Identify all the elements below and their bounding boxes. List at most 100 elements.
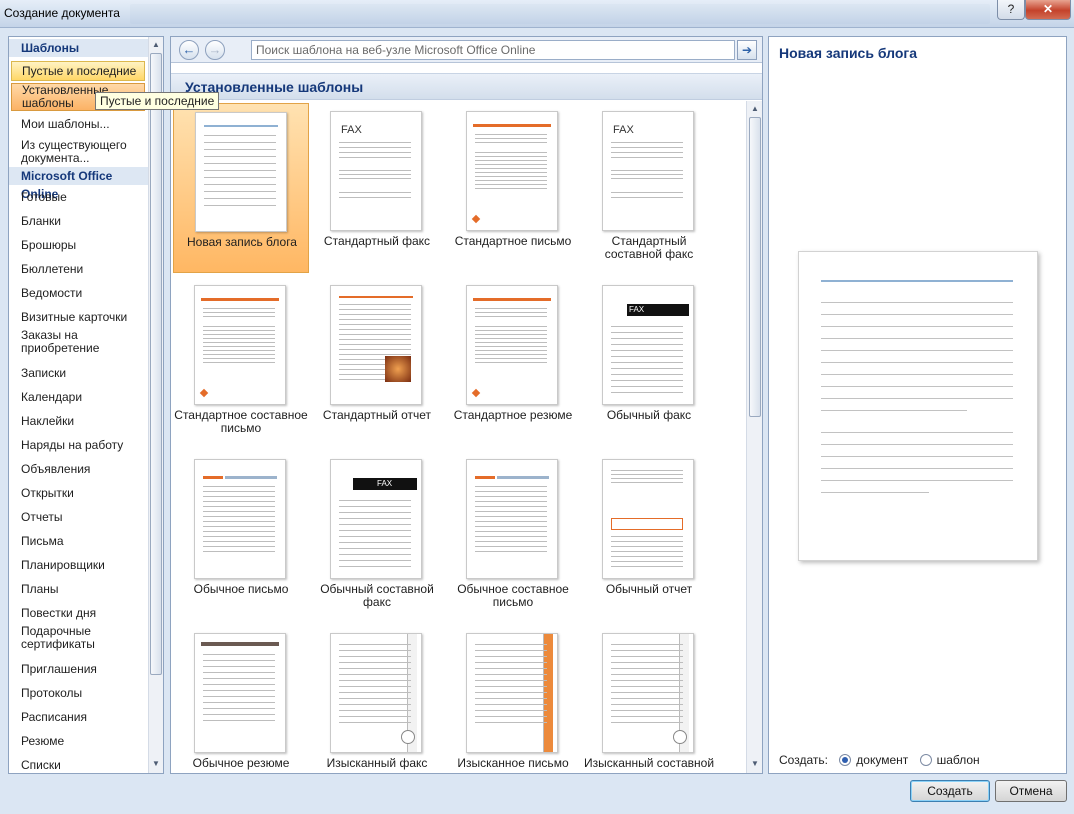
- template-tile[interactable]: FAX Обычный факс: [581, 277, 717, 445]
- template-tile[interactable]: Стандартный отчет: [309, 277, 445, 445]
- category-online-item[interactable]: Повестки дня: [9, 607, 149, 620]
- template-tile[interactable]: FAX Обычный составной факс: [309, 451, 445, 619]
- category-online-item[interactable]: Списки: [9, 759, 149, 772]
- scroll-thumb[interactable]: [749, 117, 761, 417]
- scroll-down-icon[interactable]: ▼: [750, 759, 760, 769]
- category-online-item[interactable]: Ведомости: [9, 287, 149, 300]
- template-thumbnail: [602, 633, 694, 753]
- help-button[interactable]: ?: [997, 0, 1025, 20]
- category-online-item[interactable]: Бюллетени: [9, 263, 149, 276]
- close-button[interactable]: ✕: [1025, 0, 1071, 20]
- scroll-down-icon[interactable]: ▼: [151, 759, 161, 769]
- online-header: Microsoft Office Online: [9, 167, 149, 201]
- template-label: Обычный составной факс: [320, 582, 434, 609]
- template-thumbnail: [194, 459, 286, 579]
- template-label: Обычное составное письмо: [457, 582, 569, 609]
- templates-panel: ← → Поиск шаблона на веб-узле Microsoft …: [170, 36, 763, 774]
- title-bar: Создание документа ? ✕: [0, 0, 1074, 28]
- category-online-item[interactable]: Письма: [9, 535, 149, 548]
- template-label: Стандартное составное письмо: [174, 408, 308, 435]
- template-thumbnail: [466, 459, 558, 579]
- category-online-item[interactable]: Подарочные сертификаты: [9, 625, 149, 651]
- radio-document-label[interactable]: документ: [856, 753, 908, 767]
- radio-template[interactable]: [919, 754, 932, 766]
- category-online-item[interactable]: Резюме: [9, 735, 149, 748]
- template-thumbnail: [466, 285, 558, 405]
- template-tile[interactable]: FAX Стандартный составной факс: [581, 103, 717, 271]
- search-input[interactable]: Поиск шаблона на веб-узле Microsoft Offi…: [251, 40, 735, 60]
- template-preview: [798, 251, 1038, 561]
- category-scrollbar[interactable]: ▲ ▼: [148, 37, 163, 773]
- template-tile[interactable]: Стандартное резюме: [445, 277, 581, 445]
- category-my-templates[interactable]: Мои шаблоны...: [9, 118, 149, 131]
- category-blank-recent[interactable]: Пустые и последние: [11, 61, 145, 81]
- search-bar: ← → Поиск шаблона на веб-узле Microsoft …: [171, 37, 762, 63]
- new-document-dialog: Шаблоны Пустые и последние Установленные…: [0, 28, 1074, 814]
- category-from-existing[interactable]: Из существующего документа...: [9, 139, 149, 165]
- template-tile[interactable]: Стандартное составное письмо: [173, 277, 309, 445]
- radio-template-label[interactable]: шаблон: [937, 753, 980, 767]
- template-thumbnail: [195, 112, 287, 232]
- category-online-item[interactable]: Бланки: [9, 215, 149, 228]
- template-thumbnail: [602, 459, 694, 579]
- category-online-item[interactable]: Протоколы: [9, 687, 149, 700]
- template-tile[interactable]: Обычный отчет: [581, 451, 717, 619]
- category-online-item[interactable]: Объявления: [9, 463, 149, 476]
- template-tile[interactable]: Изысканный факс: [309, 625, 445, 773]
- category-online-item[interactable]: Приглашения: [9, 663, 149, 676]
- template-thumbnail: [330, 633, 422, 753]
- create-label: Создать:: [779, 753, 828, 767]
- templates-scrollbar[interactable]: ▲ ▼: [746, 101, 762, 773]
- template-label: Обычное резюме: [192, 756, 290, 770]
- template-thumbnail: [330, 285, 422, 405]
- cancel-button[interactable]: Отмена: [995, 780, 1067, 802]
- forward-arrow-icon[interactable]: →: [205, 40, 225, 60]
- template-tile[interactable]: FAX Стандартный факс: [309, 103, 445, 271]
- template-label: Обычный отчет: [605, 582, 693, 596]
- category-online-item[interactable]: Готовые: [9, 191, 149, 204]
- template-label: Обычный факс: [606, 408, 692, 422]
- category-online-item[interactable]: Календари: [9, 391, 149, 404]
- template-tile[interactable]: Изысканное письмо: [445, 625, 581, 773]
- template-label: Стандартный факс: [323, 234, 431, 248]
- template-thumbnail: FAX: [330, 111, 422, 231]
- category-online-item[interactable]: Расписания: [9, 711, 149, 724]
- category-online-item[interactable]: Наклейки: [9, 415, 149, 428]
- scroll-thumb[interactable]: [150, 53, 162, 675]
- template-thumbnail: [194, 285, 286, 405]
- templates-grid: Новая запись блога FAX Стандартный факс Ста…: [171, 101, 747, 773]
- template-label: Стандартное письмо: [454, 234, 572, 248]
- scroll-up-icon[interactable]: ▲: [151, 40, 161, 50]
- category-online-item[interactable]: Планы: [9, 583, 149, 596]
- search-go-icon[interactable]: ➔: [737, 40, 757, 60]
- template-thumbnail: FAX: [330, 459, 422, 579]
- category-online-item[interactable]: Брошюры: [9, 239, 149, 252]
- template-tile[interactable]: Обычное письмо: [173, 451, 309, 619]
- template-thumbnail: FAX: [602, 111, 694, 231]
- template-tile[interactable]: Обычное резюме: [173, 625, 309, 773]
- template-tile[interactable]: Обычное составное письмо: [445, 451, 581, 619]
- category-online-item[interactable]: Открытки: [9, 487, 149, 500]
- scroll-up-icon[interactable]: ▲: [750, 104, 760, 114]
- background-window-strip: [130, 4, 990, 24]
- template-thumbnail: [466, 633, 558, 753]
- radio-document[interactable]: [839, 754, 852, 766]
- templates-header: Шаблоны: [9, 39, 149, 57]
- category-online-item[interactable]: Планировщики: [9, 559, 149, 572]
- create-button[interactable]: Создать: [910, 780, 990, 802]
- template-label: Стандартный отчет: [322, 408, 432, 422]
- template-tile[interactable]: Новая запись блога: [173, 103, 309, 273]
- category-online-item[interactable]: Отчеты: [9, 511, 149, 524]
- template-tile[interactable]: Изысканный составной: [581, 625, 717, 773]
- category-online-item[interactable]: Записки: [9, 367, 149, 380]
- category-online-item[interactable]: Наряды на работу: [9, 439, 149, 452]
- template-tile[interactable]: Стандартное письмо: [445, 103, 581, 271]
- template-label: Новая запись блога: [187, 235, 297, 249]
- preview-panel: Новая запись блога Создать: документ шаб…: [768, 36, 1067, 774]
- category-online-item[interactable]: Визитные карточки: [9, 311, 149, 324]
- category-online-item[interactable]: Заказы на приобретение: [9, 329, 149, 355]
- back-arrow-icon[interactable]: ←: [179, 40, 199, 60]
- template-thumbnail: [466, 111, 558, 231]
- template-thumbnail: FAX: [602, 285, 694, 405]
- template-label: Обычное письмо: [193, 582, 289, 596]
